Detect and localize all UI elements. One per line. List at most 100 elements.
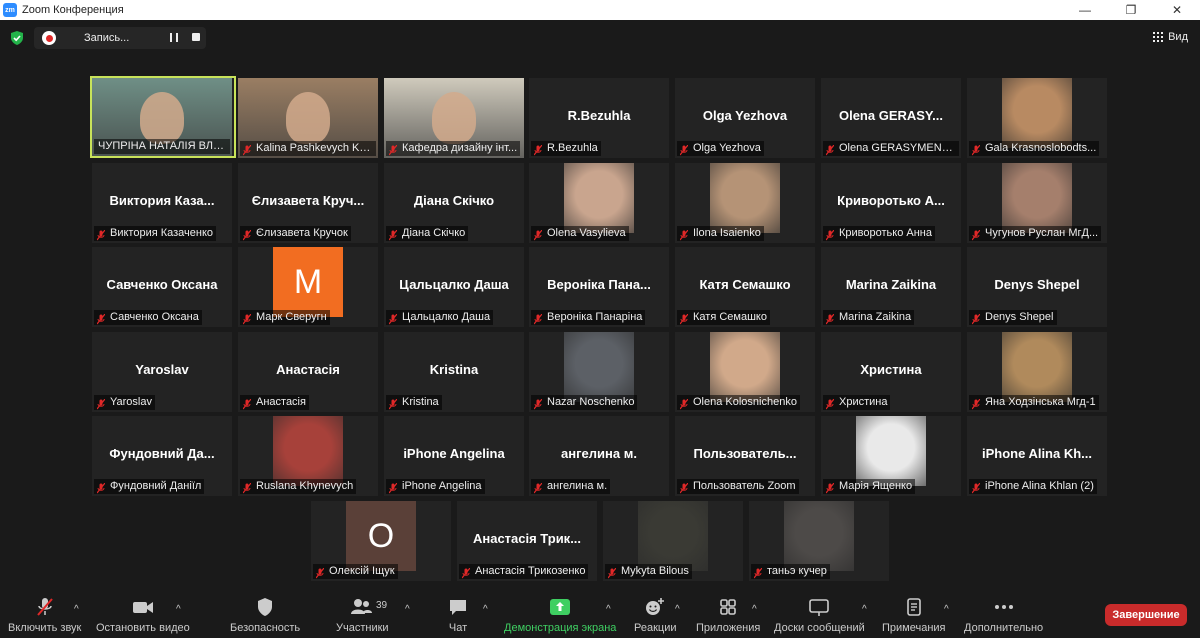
- participants-options-caret[interactable]: ^: [405, 604, 410, 615]
- participant-name-tag: Olga Yezhova: [677, 141, 764, 156]
- participant-tile[interactable]: Yaroslav Yaroslav: [92, 332, 232, 412]
- participant-tile[interactable]: O Олексій Іщук: [311, 501, 451, 581]
- whiteboards-button[interactable]: Доски сообщений: [774, 596, 865, 634]
- participant-tile[interactable]: Вероніка Пана... Вероніка Панаріна: [529, 247, 669, 327]
- muted-mic-icon: [971, 397, 981, 410]
- start-video-button[interactable]: Остановить видео: [96, 596, 190, 634]
- muted-mic-icon: [461, 566, 471, 579]
- participant-tile[interactable]: Кафедра дизайну інт...: [384, 78, 524, 158]
- participant-tile[interactable]: Denys Shepel Denys Shepel: [967, 247, 1107, 327]
- participant-name-tag: Савченко Оксана: [94, 310, 202, 325]
- participant-display-name: Савченко Оксана: [106, 277, 218, 292]
- participant-tile[interactable]: Цальцалко Даша Цальцалко Даша: [384, 247, 524, 327]
- participant-tile[interactable]: Христина Христина: [821, 332, 961, 412]
- participant-profile-photo: [710, 163, 780, 233]
- muted-microphone-icon: [35, 596, 55, 618]
- participant-profile-photo: [784, 501, 854, 571]
- muted-mic-icon: [825, 228, 835, 241]
- participant-profile-photo: [564, 332, 634, 402]
- participant-display-name: Пользователь...: [693, 446, 797, 461]
- more-label: Дополнительно: [964, 622, 1044, 634]
- participant-tile[interactable]: Чугунов Руслан МгД...: [967, 163, 1107, 243]
- muted-mic-icon: [679, 397, 689, 410]
- participant-tile[interactable]: Діана Скічко Діана Скічко: [384, 163, 524, 243]
- whiteboards-options-caret[interactable]: ^: [862, 604, 867, 615]
- notes-icon: [905, 596, 923, 618]
- reactions-button[interactable]: Реакции: [634, 596, 677, 634]
- participant-display-name: Yaroslav: [135, 362, 189, 377]
- unmute-button[interactable]: Включить звук: [8, 596, 81, 634]
- participant-tile[interactable]: Анастасія Трик... Анастасія Трикозенко: [457, 501, 597, 581]
- participant-tile[interactable]: Виктория Каза... Виктория Казаченко: [92, 163, 232, 243]
- meeting-toolbar: Включить звук ^ Остановить видео ^ Безоп…: [0, 596, 1200, 638]
- participant-tile[interactable]: R.Bezuhla R.Bezuhla: [529, 78, 669, 158]
- notes-button[interactable]: Примечания: [882, 596, 946, 634]
- participant-name-tag: Gala Krasnoslobodts...: [969, 141, 1100, 156]
- participant-tile[interactable]: ангелина м. ангелина м.: [529, 416, 669, 496]
- muted-mic-icon: [315, 566, 325, 579]
- participant-tile[interactable]: Kalina Pashkevych KN...: [238, 78, 378, 158]
- apps-button[interactable]: Приложения: [696, 596, 760, 634]
- participant-name-tag: Olena Vasylieva: [531, 226, 629, 241]
- participant-display-name: Єлизавета Круч...: [251, 193, 365, 208]
- chat-bubble-icon: [448, 596, 468, 618]
- participant-tile[interactable]: Фундовний Да... Фундовний Даніїл: [92, 416, 232, 496]
- participant-name-tag: Чугунов Руслан МгД...: [969, 226, 1102, 241]
- participant-profile-photo: [856, 416, 926, 486]
- participant-tile[interactable]: Анастасія Анастасія: [238, 332, 378, 412]
- participant-tile[interactable]: iPhone Angelina iPhone Angelina: [384, 416, 524, 496]
- notes-options-caret[interactable]: ^: [944, 604, 949, 615]
- participant-tile[interactable]: Ruslana Khynevych: [238, 416, 378, 496]
- video-options-caret[interactable]: ^: [176, 604, 181, 615]
- participant-profile-photo: [1002, 163, 1072, 233]
- participant-name-tag: Ilona Isaienko: [677, 226, 764, 241]
- participant-name-tag: Вероніка Панаріна: [531, 310, 646, 325]
- participant-tile[interactable]: Olena GERASY... Olena GERASYMENKO: [821, 78, 961, 158]
- video-camera-icon: [131, 596, 155, 618]
- participant-tile[interactable]: Kristina Kristina: [384, 332, 524, 412]
- participant-tile[interactable]: Марія Ященко: [821, 416, 961, 496]
- participant-tile[interactable]: iPhone Alina Kh... iPhone Alina Khlan (2): [967, 416, 1107, 496]
- participant-name-tag: iPhone Angelina: [386, 479, 485, 494]
- participant-display-name: Фундовний Да...: [109, 446, 215, 461]
- participant-tile[interactable]: Nazar Noschenko: [529, 332, 669, 412]
- muted-mic-icon: [96, 312, 106, 325]
- share-options-caret[interactable]: ^: [606, 604, 611, 615]
- participant-tile[interactable]: Olena Vasylieva: [529, 163, 669, 243]
- participant-tile[interactable]: Катя Семашко Катя Семашко: [675, 247, 815, 327]
- chat-button[interactable]: Чат: [448, 596, 468, 634]
- participant-name-tag: Олексій Іщук: [313, 564, 398, 579]
- participant-tile[interactable]: Криворотько А... Криворотько Анна: [821, 163, 961, 243]
- participant-name-tag: Криворотько Анна: [823, 226, 935, 241]
- participant-tile[interactable]: Савченко Оксана Савченко Оксана: [92, 247, 232, 327]
- participant-tile[interactable]: Olena Kolosnichenko: [675, 332, 815, 412]
- participant-tile[interactable]: M Марк Сверугн: [238, 247, 378, 327]
- participant-tile[interactable]: Яна Ходзінська Мгд-1: [967, 332, 1107, 412]
- share-screen-button[interactable]: Демонстрация экрана: [504, 596, 616, 634]
- participant-tile[interactable]: ЧУПРІНА НАТАЛІЯ ВЛА...: [90, 76, 236, 158]
- participant-tile[interactable]: Olga Yezhova Olga Yezhova: [675, 78, 815, 158]
- participant-display-name: Вероніка Пана...: [547, 277, 651, 292]
- participant-display-name: Marina Zaikina: [845, 277, 937, 292]
- chat-options-caret[interactable]: ^: [483, 604, 488, 615]
- reactions-options-caret[interactable]: ^: [675, 604, 680, 615]
- participant-tile[interactable]: Gala Krasnoslobodts...: [967, 78, 1107, 158]
- participant-tile[interactable]: Mykyta Bilous: [603, 501, 743, 581]
- end-meeting-button[interactable]: Завершение: [1105, 604, 1187, 626]
- participant-name-tag: Єлизавета Кручок: [240, 226, 351, 241]
- apps-options-caret[interactable]: ^: [752, 604, 757, 615]
- participant-name-tag: Діана Скічко: [386, 226, 469, 241]
- more-button[interactable]: Дополнительно: [964, 596, 1043, 634]
- participant-tile[interactable]: таньэ кучер: [749, 501, 889, 581]
- participant-tile[interactable]: Ilona Isaienko: [675, 163, 815, 243]
- participant-profile-photo: [564, 163, 634, 233]
- participant-tile[interactable]: Пользователь... Пользователь Zoom: [675, 416, 815, 496]
- participant-avatar-letter: M: [273, 247, 343, 317]
- security-button[interactable]: Безопасность: [230, 596, 300, 634]
- participant-tile[interactable]: Єлизавета Круч... Єлизавета Кручок: [238, 163, 378, 243]
- participant-display-name: Анастасія Трик...: [472, 531, 582, 546]
- audio-options-caret[interactable]: ^: [74, 604, 79, 615]
- participant-name-tag: Яна Ходзінська Мгд-1: [969, 395, 1099, 410]
- participant-tile[interactable]: Marina Zaikina Marina Zaikina: [821, 247, 961, 327]
- security-label: Безопасность: [230, 622, 301, 634]
